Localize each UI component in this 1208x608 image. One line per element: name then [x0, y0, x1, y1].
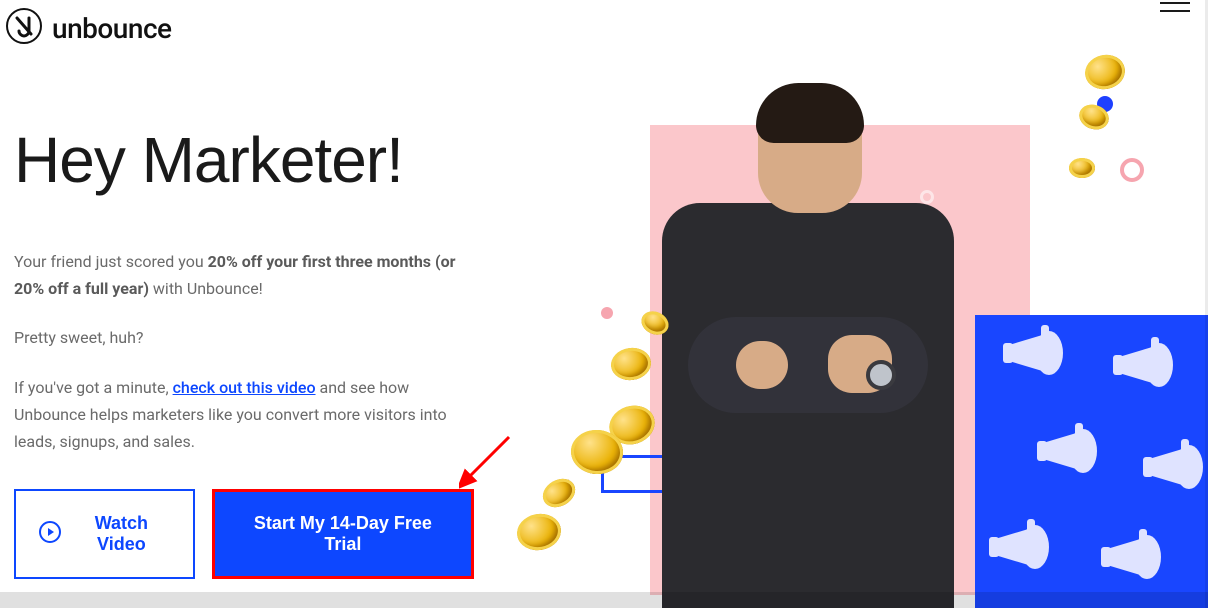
hero-person-image	[648, 85, 968, 608]
coin-icon	[570, 428, 625, 476]
hamburger-icon[interactable]	[1160, 2, 1190, 12]
ring-white-icon	[920, 190, 934, 204]
check-out-video-link[interactable]: check out this video	[173, 378, 316, 397]
header: unbounce	[0, 2, 1208, 64]
play-circle-icon	[38, 520, 62, 549]
megaphone-icon	[1093, 525, 1171, 593]
para1-tail: with Unbounce!	[149, 279, 263, 298]
hero-copy: Hey Marketer! Your friend just scored yo…	[14, 128, 474, 579]
bottom-shadow-bar	[0, 592, 1208, 608]
coin-icon	[514, 510, 564, 553]
coin-icon	[1069, 158, 1095, 178]
megaphone-icon	[1105, 333, 1183, 401]
para1-lead: Your friend just scored you	[14, 252, 208, 271]
paragraph-sweet: Pretty sweet, huh?	[14, 324, 474, 351]
para3-lead: If you've got a minute,	[14, 378, 173, 397]
megaphone-icon	[995, 321, 1073, 389]
watch-video-button[interactable]: Watch Video	[14, 489, 195, 579]
start-free-trial-button[interactable]: Start My 14-Day Free Trial	[215, 492, 471, 576]
paragraph-video: If you've got a minute, check out this v…	[14, 374, 474, 456]
brand-name: unbounce	[52, 12, 172, 45]
brand-logo-link[interactable]: unbounce	[6, 8, 172, 48]
watch-video-label: Watch Video	[72, 513, 171, 555]
primary-cta-highlight: Start My 14-Day Free Trial	[212, 489, 474, 579]
cta-row: Watch Video Start My 14-Day Free Trial	[14, 489, 474, 579]
megaphone-icon	[1029, 419, 1107, 487]
ring-pink-icon	[1120, 158, 1144, 182]
hero-art	[545, 0, 1205, 608]
blue-outline-box	[601, 455, 707, 493]
unbounce-logo-icon	[6, 8, 42, 48]
coin-icon	[604, 400, 659, 450]
pink-backdrop	[650, 125, 1030, 595]
dot-pink-icon	[601, 307, 613, 319]
blue-backdrop	[975, 315, 1208, 608]
paragraph-offer: Your friend just scored you 20% off your…	[14, 248, 474, 302]
megaphone-icon	[981, 515, 1059, 583]
coin-icon	[638, 307, 673, 339]
headline: Hey Marketer!	[14, 128, 474, 192]
coin-icon	[538, 473, 580, 513]
coin-icon	[1076, 101, 1112, 134]
dot-blue-icon	[1097, 96, 1113, 112]
coin-icon	[609, 345, 653, 382]
megaphone-icon	[1135, 435, 1208, 503]
